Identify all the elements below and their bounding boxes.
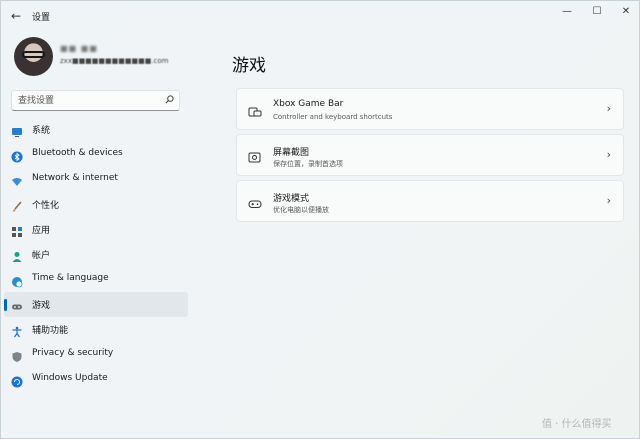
sidebar-item-accounts[interactable]: 帐户 — [4, 242, 188, 267]
settings-window: ← 设置 — ☐ ✕ ■■ ■■ zxx■■■■■■■■■■■■.com 系统 … — [0, 0, 640, 439]
sidebar-item-bluetooth[interactable]: Bluetooth & devices — [4, 142, 188, 167]
user-email: zxx■■■■■■■■■■■■.com — [60, 57, 169, 65]
card-xbox-game-bar[interactable]: Xbox Game Bar Controller and keyboard sh… — [236, 88, 624, 130]
sidebar-item-apps[interactable]: 应用 — [4, 217, 188, 242]
person-icon — [11, 248, 23, 262]
sidebar-item-label: Bluetooth & devices — [32, 148, 123, 158]
sidebar-item-label: Network & internet — [32, 173, 118, 183]
back-button[interactable]: ← — [7, 8, 25, 24]
card-subtitle: 优化电脑以便播放 — [273, 206, 329, 214]
shield-icon — [11, 348, 23, 362]
sidebar-item-windows-update[interactable]: Windows Update — [4, 367, 188, 392]
sidebar-item-gaming[interactable]: 游戏 — [4, 292, 188, 317]
search-icon[interactable] — [165, 95, 174, 107]
chevron-right-icon: › — [606, 194, 611, 207]
sidebar-item-system[interactable]: 系统 — [4, 117, 188, 142]
card-title: 屏幕截图 — [273, 148, 310, 158]
user-name: ■■ ■■ — [60, 44, 98, 53]
sidebar-item-label: 应用 — [32, 226, 51, 236]
sidebar-item-privacy[interactable]: Privacy & security — [4, 342, 188, 367]
watermark: 值 · 什么值得买 — [542, 419, 612, 430]
card-game-mode[interactable]: 游戏模式 优化电脑以便播放 › — [236, 180, 624, 222]
sidebar-item-label: Time & language — [32, 273, 109, 283]
sidebar-item-time-language[interactable]: Time & language — [4, 267, 188, 292]
maximize-button[interactable]: ☐ — [586, 4, 608, 20]
selection-indicator — [4, 299, 7, 311]
game-mode-icon — [248, 195, 262, 208]
sidebar-item-label: 系统 — [32, 126, 51, 136]
minimize-button[interactable]: — — [556, 4, 578, 20]
apps-icon — [11, 223, 23, 237]
bluetooth-icon — [11, 148, 23, 163]
sidebar-item-accessibility[interactable]: 辅助功能 — [4, 317, 188, 342]
app-title: 设置 — [32, 13, 51, 23]
accessibility-icon — [11, 323, 23, 338]
brush-icon — [11, 198, 23, 212]
sidebar-item-label: Privacy & security — [32, 348, 114, 358]
chevron-right-icon: › — [606, 102, 611, 115]
title-bar: ← 设置 — ☐ ✕ — [1, 1, 640, 31]
sidebar-item-network[interactable]: Network & internet — [4, 167, 188, 192]
card-subtitle: Controller and keyboard shortcuts — [273, 113, 393, 121]
sidebar-item-label: 个性化 — [32, 201, 60, 211]
sidebar-item-label: 游戏 — [32, 301, 51, 311]
globe-clock-icon — [11, 273, 23, 288]
close-button[interactable]: ✕ — [615, 4, 637, 20]
sidebar-nav: 系统 Bluetooth & devices Network & interne… — [4, 117, 188, 392]
sidebar-item-label: 辅助功能 — [32, 326, 69, 336]
chevron-right-icon: › — [606, 148, 611, 161]
display-icon — [11, 123, 23, 137]
game-bar-icon — [248, 103, 262, 117]
gamepad-icon — [11, 298, 23, 310]
search-box[interactable] — [11, 90, 180, 111]
sidebar-item-label: 帐户 — [32, 251, 51, 261]
wifi-icon — [11, 173, 23, 186]
sidebar-item-label: Windows Update — [32, 373, 108, 383]
avatar[interactable] — [14, 37, 53, 76]
card-title: 游戏模式 — [273, 194, 310, 204]
card-captures[interactable]: 屏幕截图 保存位置，录制首选项 › — [236, 134, 624, 176]
update-icon — [11, 373, 23, 388]
card-subtitle: 保存位置，录制首选项 — [273, 160, 343, 168]
sidebar-item-personalization[interactable]: 个性化 — [4, 192, 188, 217]
page-title: 游戏 — [232, 56, 266, 76]
card-title: Xbox Game Bar — [273, 99, 344, 109]
search-input[interactable] — [18, 94, 158, 108]
capture-icon — [248, 149, 262, 163]
